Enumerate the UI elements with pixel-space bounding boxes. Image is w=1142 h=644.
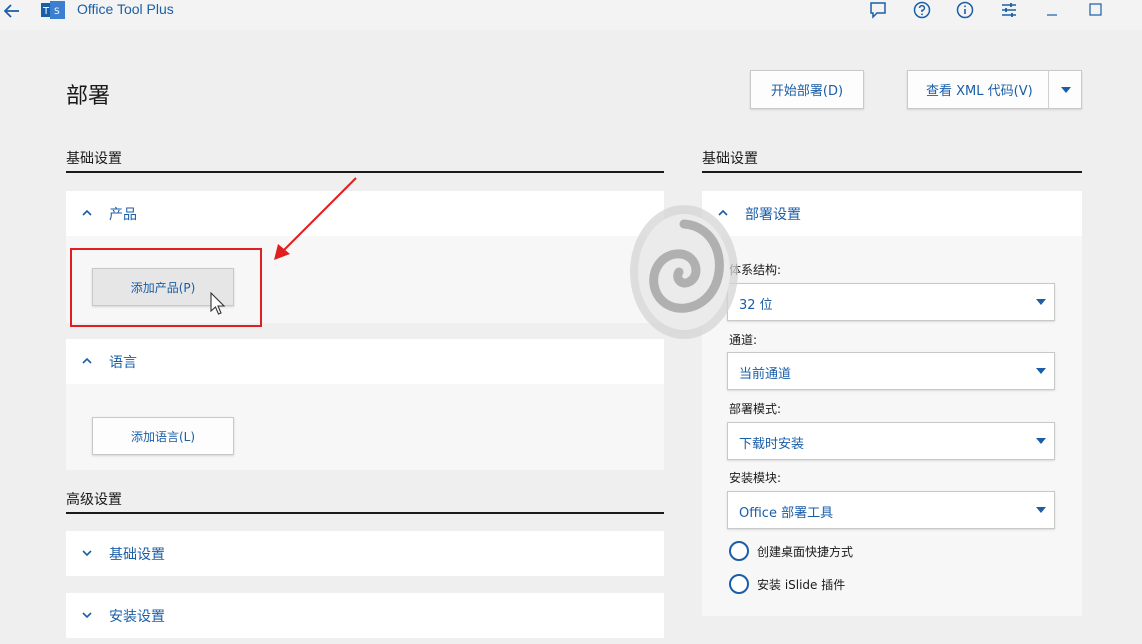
settings-sliders-icon[interactable]: [997, 0, 1021, 20]
maximize-icon[interactable]: [1083, 0, 1107, 20]
install-module-value: Office 部署工具: [739, 506, 834, 521]
install-settings-label: 安装设置: [109, 609, 165, 625]
section-divider: [702, 171, 1082, 173]
title-bar: T S Office Tool Plus: [0, 0, 1142, 30]
chevron-down-icon: [80, 608, 94, 622]
minimize-icon[interactable]: [1040, 0, 1064, 20]
desktop-shortcut-checkbox[interactable]: [729, 541, 749, 561]
architecture-select[interactable]: 32 位: [727, 283, 1055, 321]
channel-select[interactable]: 当前通道: [727, 352, 1055, 390]
add-language-button[interactable]: 添加语言(L): [92, 417, 234, 455]
advanced-settings-header: 高级设置: [66, 492, 122, 508]
chevron-down-icon: [1036, 507, 1046, 513]
view-xml-dropdown[interactable]: [1048, 70, 1082, 109]
islide-plugin-label: 安装 iSlide 插件: [757, 577, 846, 592]
language-expander[interactable]: 语言: [66, 339, 664, 384]
chevron-down-icon: [1036, 368, 1046, 374]
chevron-down-icon: [1036, 438, 1046, 444]
chevron-up-icon: [80, 206, 94, 220]
app-logo-icon: T S: [41, 1, 65, 19]
chevron-up-icon: [80, 354, 94, 368]
chevron-down-icon: [1060, 86, 1071, 93]
desktop-shortcut-option[interactable]: 创建桌面快捷方式: [729, 541, 853, 561]
info-icon[interactable]: [953, 0, 977, 20]
start-deploy-button[interactable]: 开始部署(D): [750, 70, 864, 109]
deploy-mode-label: 部署模式:: [729, 402, 782, 416]
advanced-basic-label: 基础设置: [109, 547, 165, 563]
deploy-settings-expander[interactable]: 部署设置: [702, 191, 1082, 236]
svg-text:S: S: [54, 7, 60, 17]
mouse-cursor-icon: [210, 292, 226, 315]
islide-plugin-checkbox[interactable]: [729, 574, 749, 594]
view-xml-label: 查看 XML 代码(V): [926, 84, 1033, 99]
language-expander-label: 语言: [109, 355, 137, 371]
deploy-mode-select[interactable]: 下载时安装: [727, 422, 1055, 460]
product-expander-label: 产品: [109, 207, 137, 223]
svg-text:T: T: [42, 6, 50, 17]
channel-value: 当前通道: [739, 367, 792, 382]
right-basic-settings-header: 基础设置: [702, 151, 758, 167]
section-divider: [66, 512, 664, 514]
install-settings-expander[interactable]: 安装设置: [66, 593, 664, 638]
chevron-down-icon: [1036, 299, 1046, 305]
highlight-box: [70, 248, 262, 327]
red-arrow-annotation: [274, 177, 357, 260]
desktop-shortcut-label: 创建桌面快捷方式: [757, 544, 854, 559]
app-title: Office Tool Plus: [77, 1, 174, 17]
install-module-label: 安装模块:: [729, 471, 782, 485]
install-module-select[interactable]: Office 部署工具: [727, 491, 1055, 529]
architecture-value: 32 位: [739, 298, 773, 313]
basic-settings-header: 基础设置: [66, 151, 122, 167]
page-title: 部署: [66, 84, 111, 109]
back-arrow-icon[interactable]: [0, 0, 24, 22]
chevron-down-icon: [80, 546, 94, 560]
feedback-icon[interactable]: [866, 0, 890, 20]
swirl-watermark-icon: [630, 205, 738, 339]
deploy-settings-label: 部署设置: [745, 207, 801, 223]
islide-plugin-option[interactable]: 安装 iSlide 插件: [729, 574, 845, 594]
help-icon[interactable]: [910, 0, 934, 20]
deploy-mode-value: 下载时安装: [739, 437, 805, 452]
advanced-basic-expander[interactable]: 基础设置: [66, 531, 664, 576]
